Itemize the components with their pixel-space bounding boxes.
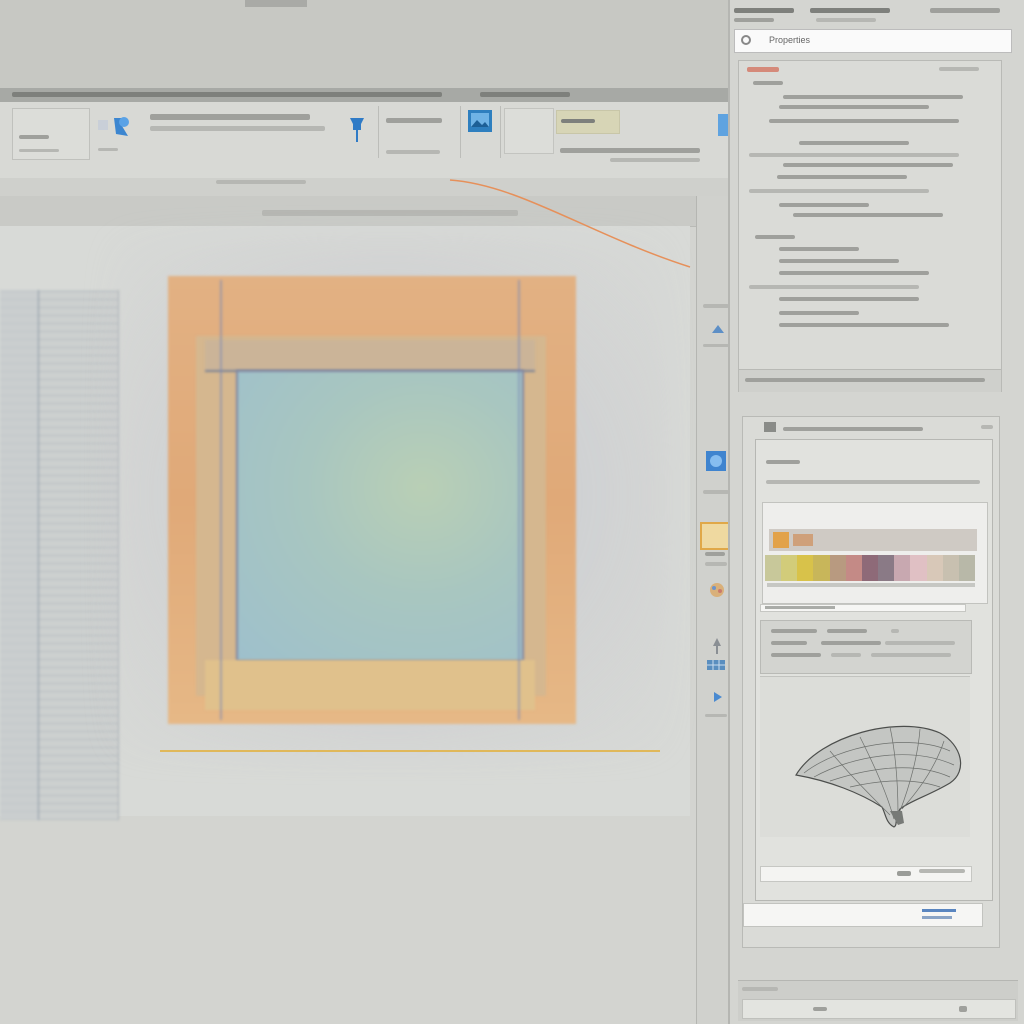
color-swatch[interactable] bbox=[797, 555, 814, 581]
ribbon-divider bbox=[500, 106, 501, 158]
preview-area bbox=[760, 676, 970, 837]
settings-panel[interactable] bbox=[742, 416, 1000, 948]
ribbon-style-swatch[interactable] bbox=[556, 110, 620, 134]
color-swatch[interactable] bbox=[765, 555, 782, 581]
status-bar bbox=[738, 980, 1018, 1021]
frame-guide-left bbox=[220, 280, 222, 720]
color-swatch[interactable] bbox=[942, 555, 959, 581]
color-header bbox=[769, 529, 977, 551]
ribbon-header bbox=[0, 88, 732, 102]
previous-color-swatch[interactable] bbox=[793, 534, 813, 546]
brush-icon[interactable] bbox=[709, 636, 725, 656]
frame-bottom-band bbox=[205, 660, 535, 710]
title-bar bbox=[0, 0, 728, 88]
panel-input[interactable] bbox=[743, 903, 983, 927]
layer-icon[interactable] bbox=[703, 448, 729, 474]
color-swatch[interactable] bbox=[845, 555, 862, 581]
properties-window: Properties bbox=[728, 0, 1024, 1024]
title-grip bbox=[245, 0, 307, 7]
image-icon[interactable] bbox=[466, 108, 494, 134]
ribbon-divider bbox=[460, 106, 461, 158]
properties-search[interactable]: Properties bbox=[734, 29, 1012, 53]
search-text: Properties bbox=[769, 35, 811, 45]
frame-picture[interactable] bbox=[236, 370, 524, 662]
color-swatch[interactable] bbox=[910, 555, 927, 581]
baseline-guide bbox=[160, 750, 660, 752]
ribbon-divider bbox=[378, 106, 379, 158]
properties-tree[interactable] bbox=[738, 60, 1002, 392]
ribbon-tab-strip[interactable] bbox=[12, 92, 442, 97]
frame-guide-right bbox=[518, 280, 520, 720]
shape-icon[interactable] bbox=[709, 322, 727, 336]
color-swatch[interactable] bbox=[894, 555, 911, 581]
color-swatch[interactable] bbox=[861, 555, 879, 581]
color-swatch[interactable] bbox=[781, 555, 798, 581]
ribbon-tab-strip-2[interactable] bbox=[480, 92, 570, 97]
color-picker[interactable] bbox=[762, 502, 988, 604]
panel-icon bbox=[763, 421, 777, 433]
options-grid[interactable] bbox=[760, 620, 972, 674]
color-swatch[interactable] bbox=[926, 555, 943, 581]
pin-icon[interactable] bbox=[343, 112, 371, 148]
frame-top-band bbox=[205, 340, 535, 372]
swatch-row bbox=[765, 555, 976, 581]
current-color-swatch[interactable] bbox=[773, 532, 789, 548]
pointer-icon[interactable] bbox=[711, 690, 725, 704]
color-swatch[interactable] bbox=[813, 555, 830, 581]
grid-icon[interactable] bbox=[705, 658, 727, 672]
transform-icon[interactable] bbox=[95, 110, 137, 146]
mesh-preview bbox=[795, 725, 962, 828]
ribbon-toolbar bbox=[0, 102, 732, 179]
inner-dialog bbox=[755, 439, 993, 901]
connector-line bbox=[449, 179, 691, 268]
left-ruled-panel bbox=[0, 290, 119, 820]
ribbon-group-clipboard[interactable] bbox=[12, 108, 90, 160]
opacity-slider[interactable] bbox=[760, 604, 966, 612]
dialog-footer bbox=[760, 866, 972, 882]
ribbon-group-styles[interactable] bbox=[504, 108, 554, 154]
color-swatch[interactable] bbox=[878, 555, 895, 581]
color-swatch[interactable] bbox=[829, 555, 846, 581]
color-swatch[interactable] bbox=[958, 555, 976, 581]
palette-icon[interactable] bbox=[707, 580, 727, 600]
status-field[interactable] bbox=[742, 999, 1016, 1019]
search-icon bbox=[741, 35, 751, 45]
